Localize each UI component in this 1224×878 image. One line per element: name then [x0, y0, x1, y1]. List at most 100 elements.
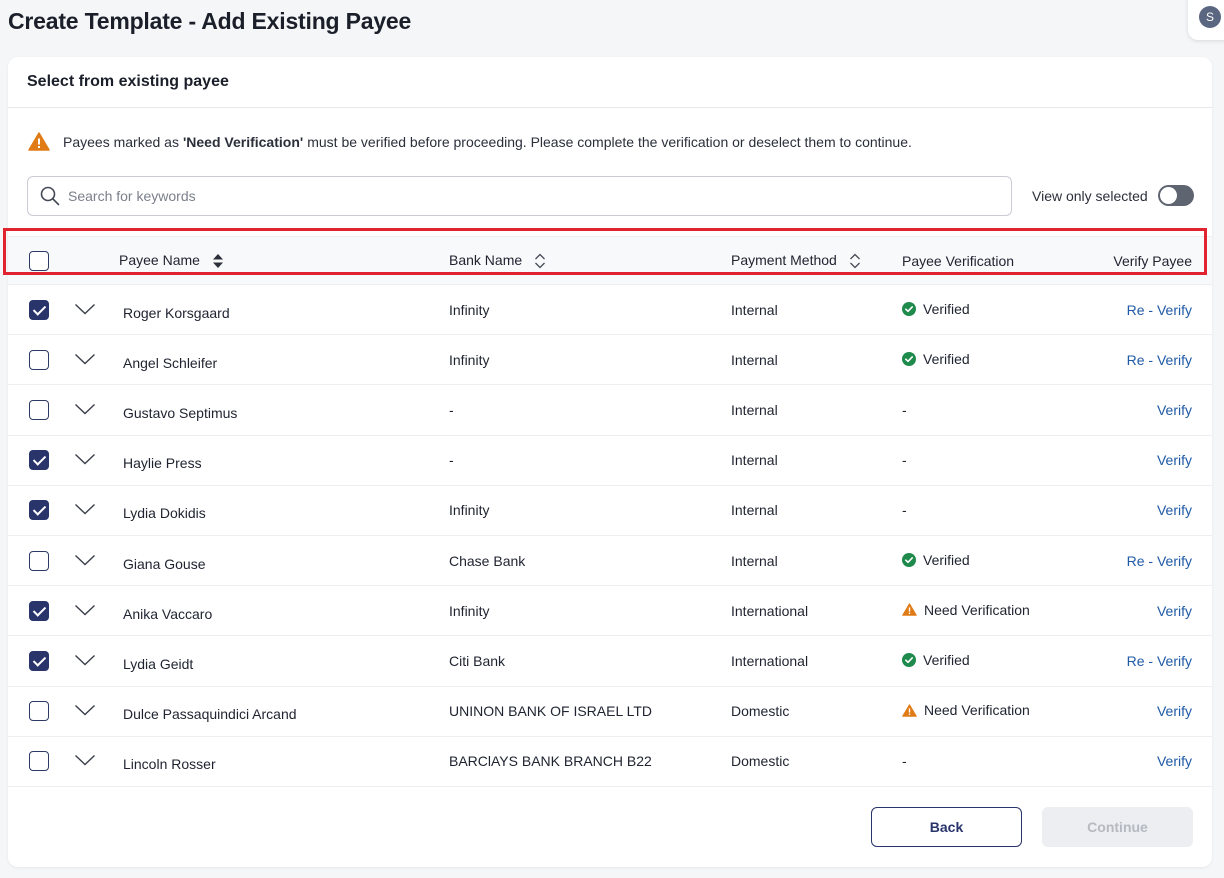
re-verify-link[interactable]: Re - Verify	[1127, 553, 1192, 569]
chevron-down-icon[interactable]	[74, 704, 96, 716]
sort-icon[interactable]	[212, 253, 224, 269]
payee-verification: -	[902, 435, 1112, 485]
chevron-down-icon[interactable]	[74, 554, 96, 566]
chevron-down-icon[interactable]	[74, 303, 96, 315]
bank-name: Citi Bank	[449, 652, 506, 669]
expand-row-toggle[interactable]	[74, 385, 116, 435]
expand-row-toggle[interactable]	[74, 686, 116, 736]
continue-button[interactable]: Continue	[1042, 807, 1193, 847]
verify-link[interactable]: Verify	[1157, 703, 1192, 719]
row-checkbox[interactable]	[29, 450, 49, 471]
status-none: -	[902, 452, 907, 469]
header-select-all-cell	[8, 237, 74, 285]
expand-row-toggle[interactable]	[74, 335, 116, 385]
row-checkbox[interactable]	[29, 600, 49, 621]
warning-triangle-icon	[902, 704, 917, 717]
table-row[interactable]: Lincoln Rosser BARClAYS BANK BRANCH B22 Do…	[8, 736, 1212, 787]
chevron-down-icon[interactable]	[74, 403, 96, 415]
verify-link[interactable]: Verify	[1157, 402, 1192, 418]
payee-name: Angel Schleifer	[123, 354, 218, 371]
verify-link[interactable]: Verify	[1157, 753, 1192, 769]
table-row[interactable]: Angel Schleifer Infinity Internal Verified R…	[8, 334, 1212, 385]
chevron-down-icon[interactable]	[74, 604, 96, 616]
row-checkbox[interactable]	[29, 299, 49, 320]
expand-row-toggle[interactable]	[74, 285, 116, 335]
payment-method: Internal	[731, 502, 778, 519]
table-header-row: Payee Name Bank Name Payment Method Paye…	[8, 236, 1212, 285]
payee-name: Dulce Passaquindici Arcand	[123, 706, 297, 723]
verify-link[interactable]: Verify	[1157, 452, 1192, 468]
payee-name: Haylie Press	[123, 455, 202, 472]
bank-name: UNINON BANK OF ISRAEL LTD	[449, 703, 653, 720]
row-checkbox[interactable]	[29, 500, 49, 521]
avatar[interactable]: S	[1199, 6, 1221, 28]
column-header-payment-method[interactable]: Payment Method	[731, 237, 902, 285]
chevron-down-icon[interactable]	[74, 353, 96, 365]
view-only-selected-toggle[interactable]	[1158, 185, 1194, 206]
table-row[interactable]: Dulce Passaquindici Arcand UNINON BANK OF…	[8, 686, 1212, 736]
search-input[interactable]	[68, 188, 968, 204]
expand-row-toggle[interactable]	[74, 535, 116, 585]
payee-selection-card: Select from existing payee Payees marked…	[8, 57, 1212, 867]
expand-row-toggle[interactable]	[74, 586, 116, 636]
verification-warning: Payees marked as 'Need Verification' mus…	[28, 132, 912, 151]
row-checkbox[interactable]	[29, 399, 49, 420]
expand-row-toggle[interactable]	[74, 435, 116, 485]
sort-icon[interactable]	[534, 253, 546, 269]
payee-name: Gustavo Septimus	[123, 404, 238, 421]
payee-name: Lincoln Rosser	[123, 756, 216, 773]
chevron-down-icon[interactable]	[74, 654, 96, 666]
table-row[interactable]: Lydia Dokidis Infinity Internal - Verify	[8, 485, 1212, 535]
sort-icon[interactable]	[849, 253, 861, 269]
verify-link[interactable]: Verify	[1157, 502, 1192, 518]
card-header: Select from existing payee	[8, 57, 1212, 108]
row-checkbox[interactable]	[29, 550, 49, 571]
bank-name: Infinity	[449, 301, 490, 318]
expand-row-toggle[interactable]	[74, 636, 116, 686]
row-checkbox[interactable]	[29, 650, 49, 671]
payee-verification: Verified	[902, 285, 1112, 335]
table-row[interactable]: Lydia Geidt Citi Bank International Verifie…	[8, 635, 1212, 686]
user-menu[interactable]: S	[1188, 0, 1224, 40]
status-verified: Verified	[902, 652, 970, 668]
expand-row-toggle[interactable]	[74, 485, 116, 535]
re-verify-link[interactable]: Re - Verify	[1127, 302, 1192, 318]
chevron-down-icon[interactable]	[74, 453, 96, 465]
row-checkbox[interactable]	[29, 701, 49, 722]
chevron-down-icon[interactable]	[74, 754, 96, 766]
table-row[interactable]: Roger Korsgaard Infinity Internal Verified R…	[8, 284, 1212, 335]
row-checkbox[interactable]	[29, 751, 49, 772]
row-checkbox[interactable]	[29, 349, 49, 370]
expand-row-toggle[interactable]	[74, 736, 116, 786]
payment-method: International	[731, 652, 809, 669]
payee-verification: Need Verification	[902, 586, 1112, 636]
column-header-verify-payee: Verify Payee	[1113, 252, 1192, 269]
table-row[interactable]: Giana Gouse Chase Bank Internal Verified Re …	[8, 535, 1212, 585]
payee-name: Lydia Geidt	[123, 655, 194, 672]
chevron-down-icon[interactable]	[74, 503, 96, 515]
column-header-bank-name[interactable]: Bank Name	[449, 237, 731, 285]
payment-method: Internal	[731, 401, 778, 418]
status-none: -	[902, 753, 907, 770]
payment-method: Internal	[731, 452, 778, 469]
status-none: -	[902, 502, 907, 519]
re-verify-link[interactable]: Re - Verify	[1127, 352, 1192, 368]
table-row[interactable]: Haylie Press - Internal - Verify	[8, 435, 1212, 485]
payee-name: Lydia Dokidis	[123, 505, 206, 522]
column-header-payee-name[interactable]: Payee Name	[116, 237, 449, 285]
select-all-checkbox[interactable]	[29, 250, 49, 271]
check-circle-icon	[902, 301, 916, 316]
search-box[interactable]	[27, 176, 1012, 216]
status-none: -	[902, 401, 907, 418]
column-header-payee-verification: Payee Verification	[902, 252, 1015, 269]
payee-name: Giana Gouse	[123, 555, 206, 572]
check-circle-icon	[902, 552, 916, 567]
re-verify-link[interactable]: Re - Verify	[1127, 653, 1192, 669]
verify-link[interactable]: Verify	[1157, 603, 1192, 619]
payee-verification: Need Verification	[902, 686, 1112, 736]
table-row[interactable]: Anika Vaccaro Infinity International Need V…	[8, 585, 1212, 636]
back-button[interactable]: Back	[871, 807, 1022, 847]
status-need-verification: Need Verification	[902, 602, 1030, 618]
bank-name: BARClAYS BANK BRANCH B22	[449, 753, 652, 770]
table-row[interactable]: Gustavo Septimus - Internal - Verify	[8, 384, 1212, 435]
